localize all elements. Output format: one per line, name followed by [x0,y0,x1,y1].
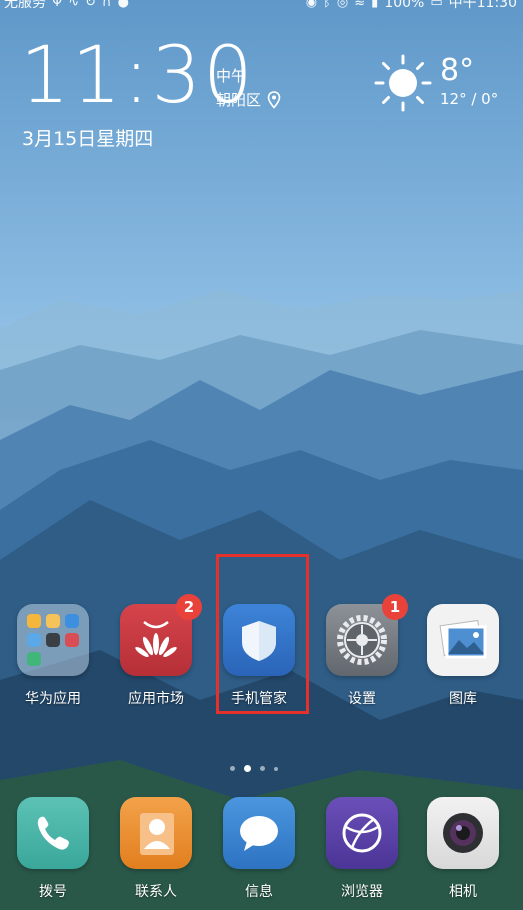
browser-icon [326,797,398,869]
carrier-text: 无服务 [4,0,46,11]
sun-icon[interactable] [374,54,432,112]
app-label: 图库 [449,691,477,707]
app-appgallery[interactable]: 2 应用市场 [111,594,202,708]
page-dot-active[interactable] [244,765,251,772]
headset-icon: ∩ [102,0,112,10]
location-row[interactable]: 朝阳区 [216,88,281,112]
clock-side-info: 中午 朝阳区 [216,64,281,112]
sync-icon: ↻ [85,0,97,10]
app-label: 相机 [449,884,477,900]
weather-range: 12° / 0° [440,90,499,108]
notification-badge: 1 [382,594,408,620]
page-dot[interactable] [230,766,235,771]
map-pin-icon [267,91,281,109]
battery-icon: ▮ [371,0,379,10]
phone-handset-icon [37,816,69,850]
activity-icon: ∿ [68,0,80,10]
highlight-box [216,554,309,714]
dock-messages[interactable]: 信息 [214,797,304,901]
weather-temperature[interactable]: 8° [440,54,474,88]
app-settings[interactable]: 1 设置 [317,594,408,708]
dock-camera[interactable]: 相机 [418,797,508,901]
usb-icon: Ψ [52,0,63,10]
location-app-icon: ● [117,0,129,10]
app-label: 应用市场 [128,691,184,707]
battery-text: 100% [384,0,425,11]
app-label: 联系人 [135,884,177,900]
eye-icon: ◎ [336,0,349,10]
app-huawei-apps-folder[interactable]: 华为应用 [8,604,98,708]
app-label: 华为应用 [25,691,81,707]
phone-icon [17,797,89,869]
app-label: 浏览器 [341,884,383,900]
message-icon [223,797,295,869]
camera-icon [427,797,499,869]
location-name: 朝阳区 [216,91,262,109]
globe-icon [342,813,382,853]
app-label: 拨号 [39,884,67,900]
photo-icon [439,619,487,659]
page-dot[interactable] [260,766,265,771]
app-gallery[interactable]: 图库 [418,604,508,708]
folder-icon [17,604,89,676]
notification-badge: 2 [176,594,202,620]
huawei-appgallery-icon: 2 [120,594,202,676]
gallery-icon [427,604,499,676]
page-indicator[interactable] [230,765,278,772]
app-label: 信息 [245,884,273,900]
camera-lens-icon [443,813,483,853]
wifi-icon: ≋ [354,0,366,10]
bluetooth-icon: ᛒ [323,0,331,10]
dock-dialer[interactable]: 拨号 [8,797,98,901]
status-time: 中午11:30 [448,0,517,11]
clock-date: 3月15日星期四 [22,128,154,150]
charging-icon: ▭ [430,0,443,10]
dock-contacts[interactable]: 联系人 [111,797,201,901]
page-dot[interactable] [274,766,278,771]
person-icon [140,813,174,855]
gear-icon: 1 [326,594,408,676]
time-period: 中午 [216,67,247,85]
chat-bubble-icon [240,816,278,851]
status-bar: 无服务 Ψ ∿ ↻ ∩ ● ◉ ᛒ ◎ ≋ ▮ 100% ▭ 中午11:30 [0,0,523,14]
contacts-icon [120,797,192,869]
location-icon: ◉ [305,0,318,10]
dock-browser[interactable]: 浏览器 [317,797,407,901]
app-label: 设置 [348,691,376,707]
